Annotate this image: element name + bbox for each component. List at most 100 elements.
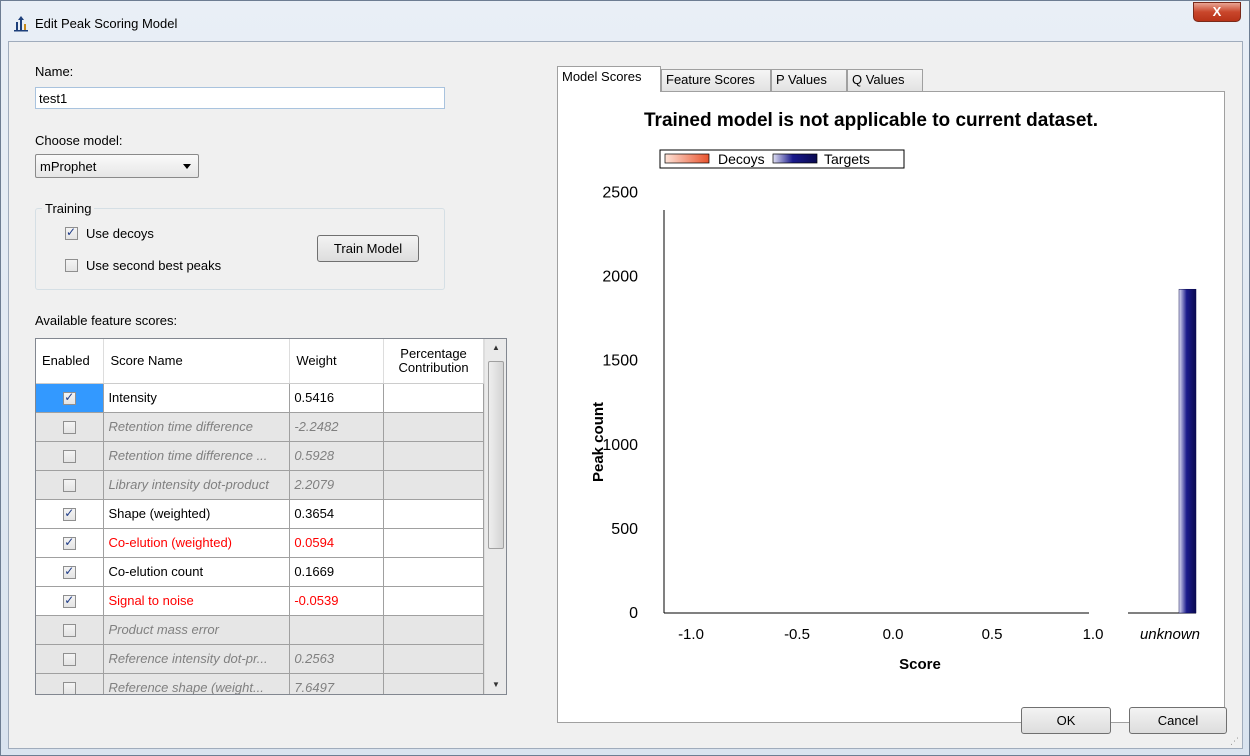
row-enabled-checkbox[interactable]	[63, 682, 77, 694]
table-row[interactable]: Reference shape (weight... 7.6497	[36, 673, 484, 694]
header-percentage-contribution[interactable]: Percentage Contribution	[383, 339, 484, 384]
row-percentage-contribution	[383, 557, 484, 587]
table-row[interactable]: Co-elution count0.1669	[36, 557, 484, 587]
row-score-name: Retention time difference ...	[103, 441, 291, 471]
row-weight: 0.5416	[289, 383, 385, 413]
use-second-best-label: Use second best peaks	[86, 258, 222, 273]
name-input[interactable]	[35, 87, 445, 109]
table-row[interactable]: Reference intensity dot-pr... 0.2563	[36, 644, 484, 674]
row-enabled-checkbox[interactable]	[63, 535, 77, 551]
tab-feature-scores[interactable]: Feature Scores	[661, 69, 771, 91]
x-tick-label: 1.0	[1083, 626, 1104, 643]
row-enabled-cell[interactable]	[36, 557, 105, 587]
table-row[interactable]: Product mass error	[36, 615, 484, 645]
grid-header-row: Enabled Score Name Weight Percentage Con…	[36, 339, 484, 384]
grid-vertical-scrollbar[interactable]: ▲ ▼	[484, 339, 506, 694]
scroll-up-icon[interactable]: ▲	[485, 339, 506, 357]
header-score-name[interactable]: Score Name	[103, 339, 291, 384]
close-button[interactable]: X	[1193, 2, 1241, 22]
row-enabled-cell[interactable]	[36, 644, 105, 674]
row-weight: -2.2482	[289, 412, 385, 442]
row-score-name: Reference shape (weight...	[103, 673, 291, 694]
header-weight[interactable]: Weight	[289, 339, 385, 384]
row-weight: -0.0539	[289, 586, 385, 616]
resize-grip-icon[interactable]: ⋰	[1230, 736, 1240, 746]
row-percentage-contribution	[383, 470, 484, 500]
tab-q-values[interactable]: Q Values	[847, 69, 923, 91]
app-icon	[14, 16, 28, 32]
row-percentage-contribution	[383, 412, 484, 442]
y-tick-label: 500	[611, 521, 638, 538]
tab-model-scores[interactable]: Model Scores	[557, 66, 661, 92]
row-percentage-contribution	[383, 499, 484, 529]
cancel-button[interactable]: Cancel	[1129, 707, 1227, 734]
use-decoys-label: Use decoys	[86, 226, 154, 241]
row-enabled-cell[interactable]	[36, 528, 105, 558]
model-scores-panel: Trained model is not applicable to curre…	[557, 91, 1225, 723]
table-row[interactable]: Retention time difference ... 0.5928	[36, 441, 484, 471]
y-tick-label: 1000	[602, 437, 638, 454]
row-enabled-cell[interactable]	[36, 499, 105, 529]
tab-p-values[interactable]: P Values	[771, 69, 847, 91]
header-enabled[interactable]: Enabled	[36, 339, 105, 384]
row-weight: 0.5928	[289, 441, 385, 471]
row-enabled-cell[interactable]	[36, 412, 105, 442]
x-tick-label: 0.5	[982, 626, 1003, 643]
legend-label-decoys: Decoys	[718, 151, 765, 167]
model-select[interactable]: mProphet	[35, 154, 199, 178]
table-row[interactable]: Library intensity dot-product 2.2079	[36, 470, 484, 500]
scroll-thumb[interactable]	[488, 361, 504, 549]
table-row[interactable]: Co-elution (weighted)0.0594	[36, 528, 484, 558]
y-tick-label: 0	[629, 605, 638, 622]
row-enabled-checkbox[interactable]	[63, 564, 77, 580]
row-percentage-contribution	[383, 673, 484, 694]
use-decoys-option[interactable]: Use decoys	[65, 225, 154, 241]
feature-scores-grid[interactable]: Enabled Score Name Weight Percentage Con…	[35, 338, 507, 695]
window-title: Edit Peak Scoring Model	[35, 16, 178, 31]
row-enabled-checkbox[interactable]	[63, 653, 77, 667]
row-percentage-contribution	[383, 441, 484, 471]
row-enabled-checkbox[interactable]	[63, 624, 77, 638]
ok-button[interactable]: OK	[1021, 707, 1111, 734]
row-enabled-checkbox[interactable]	[63, 450, 77, 464]
row-percentage-contribution	[383, 383, 484, 413]
row-score-name: Co-elution (weighted)	[103, 528, 291, 558]
use-second-best-option[interactable]: Use second best peaks	[65, 258, 221, 273]
x-axis-label: Score	[899, 656, 941, 673]
row-enabled-cell[interactable]	[36, 441, 105, 471]
table-row[interactable]: Intensity0.5416	[36, 383, 484, 413]
chart-title: Trained model is not applicable to curre…	[644, 110, 1098, 131]
row-enabled-checkbox[interactable]	[63, 593, 77, 609]
legend-swatch-decoys	[664, 153, 710, 164]
model-scores-chart: Trained model is not applicable to curre…	[590, 110, 1200, 673]
row-enabled-checkbox[interactable]	[63, 506, 77, 522]
row-enabled-checkbox[interactable]	[63, 421, 77, 435]
row-score-name: Shape (weighted)	[103, 499, 291, 529]
model-select-value: mProphet	[40, 159, 97, 174]
use-second-best-checkbox[interactable]	[65, 259, 78, 272]
train-model-button[interactable]: Train Model	[317, 235, 419, 262]
row-enabled-cell[interactable]	[36, 615, 105, 645]
row-enabled-checkbox[interactable]	[63, 479, 77, 493]
row-enabled-cell[interactable]	[36, 383, 105, 413]
legend-label-targets: Targets	[824, 151, 870, 167]
title-bar[interactable]: Edit Peak Scoring Model X	[1, 1, 1249, 41]
row-weight: 0.1669	[289, 557, 385, 587]
table-row[interactable]: Shape (weighted)0.3654	[36, 499, 484, 529]
x-tick-label: -0.5	[784, 626, 810, 643]
row-enabled-checkbox[interactable]	[63, 390, 77, 406]
row-weight: 0.3654	[289, 499, 385, 529]
row-percentage-contribution	[383, 586, 484, 616]
chevron-down-icon	[183, 164, 191, 169]
table-row[interactable]: Retention time difference -2.2482	[36, 412, 484, 442]
row-weight: 2.2079	[289, 470, 385, 500]
row-enabled-cell[interactable]	[36, 470, 105, 500]
row-weight: 0.2563	[289, 644, 385, 674]
row-score-name: Intensity	[103, 383, 291, 413]
scroll-down-icon[interactable]: ▼	[485, 676, 506, 694]
row-enabled-cell[interactable]	[36, 586, 105, 616]
table-row[interactable]: Signal to noise-0.0539	[36, 586, 484, 616]
use-decoys-checkbox[interactable]	[65, 225, 78, 240]
row-enabled-cell[interactable]	[36, 673, 105, 694]
y-tick-label: 1500	[602, 353, 638, 370]
